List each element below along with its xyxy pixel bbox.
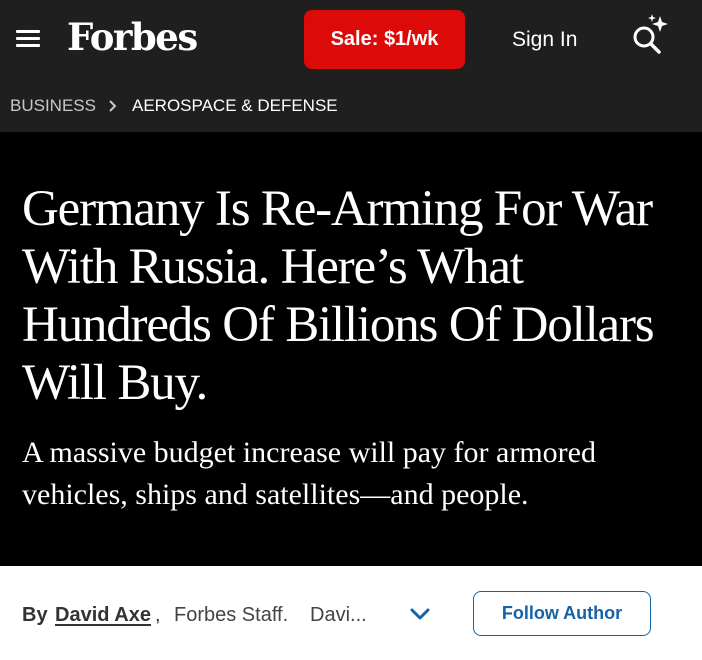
breadcrumb-business[interactable]: BUSINESS <box>10 95 96 117</box>
article-dek: A massive budget increase will pay for a… <box>22 436 596 511</box>
breadcrumb: BUSINESS AEROSPACE & DEFENSE <box>0 80 702 132</box>
menu-icon[interactable] <box>14 26 42 52</box>
top-navigation-bar: Forbes Sale: $1/wk Sign In <box>0 0 702 80</box>
search-sparkle-icon[interactable] <box>630 14 672 58</box>
article-headline: Germany Is Re-Arming For War With Russia… <box>22 181 655 411</box>
byline-comma: , <box>155 604 161 626</box>
byline-by-label: By <box>22 604 48 626</box>
author-name-link[interactable]: David Axe <box>55 602 151 628</box>
author-role: Forbes Staff. <box>174 604 289 626</box>
sale-subscribe-button[interactable]: Sale: $1/wk <box>304 10 465 69</box>
forbes-logo[interactable]: Forbes <box>67 13 198 61</box>
follow-author-button[interactable]: Follow Author <box>473 591 651 636</box>
breadcrumb-aerospace-defense[interactable]: AEROSPACE & DEFENSE <box>132 95 338 117</box>
chevron-right-icon <box>107 95 119 117</box>
chevron-down-icon[interactable] <box>408 602 432 626</box>
sign-in-link[interactable]: Sign In <box>512 26 577 54</box>
author-bio-truncated: Davi... <box>310 604 367 626</box>
